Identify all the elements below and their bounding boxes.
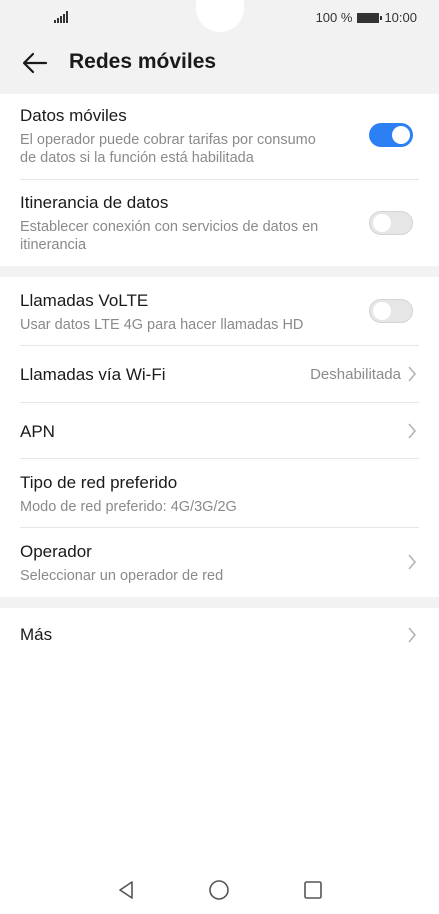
volte-toggle[interactable]	[369, 299, 413, 323]
clock: 10:00	[384, 10, 417, 25]
chevron-right-icon	[408, 366, 417, 382]
setting-description-line2: itinerancia	[20, 237, 87, 253]
setting-description: Seleccionar un operador de red	[20, 568, 224, 584]
setting-operador[interactable]: Operador Seleccionar un operador de red	[0, 528, 439, 597]
chevron-right-icon	[408, 423, 417, 439]
setting-apn[interactable]: APN	[0, 403, 439, 458]
setting-label: Operador	[20, 542, 92, 561]
setting-label: Tipo de red preferido	[20, 473, 178, 492]
page-title: Redes móviles	[69, 50, 217, 73]
chevron-right-icon	[408, 627, 417, 643]
setting-label: Llamadas vía Wi-Fi	[20, 365, 166, 384]
datos-moviles-toggle[interactable]	[369, 123, 413, 147]
back-arrow-icon[interactable]	[20, 48, 50, 78]
setting-itinerancia[interactable]: Itinerancia de datos Establecer conexión…	[0, 180, 439, 266]
setting-description-line2: de datos si la función está habilitada	[20, 150, 254, 166]
setting-label: Itinerancia de datos	[20, 193, 169, 212]
setting-description-line1: El operador puede cobrar tarifas por con…	[20, 132, 316, 148]
setting-description: Usar datos LTE 4G para hacer llamadas HD	[20, 317, 304, 333]
setting-label: Más	[20, 625, 53, 644]
setting-wifi-calling[interactable]: Llamadas vía Wi-Fi Deshabilitada	[0, 346, 439, 402]
chevron-right-icon	[408, 554, 417, 570]
setting-value: Deshabilitada	[310, 366, 401, 383]
nav-back-icon[interactable]	[115, 879, 137, 901]
setting-description: Modo de red preferido: 4G/3G/2G	[20, 499, 237, 515]
setting-label: Datos móviles	[20, 106, 127, 125]
nav-home-icon[interactable]	[208, 879, 230, 901]
itinerancia-toggle[interactable]	[369, 211, 413, 235]
setting-label: Llamadas VoLTE	[20, 291, 149, 310]
setting-datos-moviles[interactable]: Datos móviles El operador puede cobrar t…	[0, 94, 439, 180]
nav-recents-icon[interactable]	[302, 879, 324, 901]
setting-mas[interactable]: Más	[0, 608, 439, 664]
battery-percent: 100 %	[315, 10, 353, 25]
setting-description-line1: Establecer conexión con servicios de dat…	[20, 219, 319, 235]
section-gap	[0, 597, 439, 608]
signal-icon	[54, 11, 70, 23]
setting-tipo-red[interactable]: Tipo de red preferido Modo de red prefer…	[0, 459, 439, 527]
setting-label: APN	[20, 422, 55, 441]
battery-icon	[357, 12, 383, 23]
status-right: 100 % 10:00	[316, 10, 417, 25]
system-nav-bar	[0, 862, 439, 914]
status-bar: 100 % 10:00	[0, 0, 439, 34]
section-gap	[0, 266, 439, 277]
setting-volte[interactable]: Llamadas VoLTE Usar datos LTE 4G para ha…	[0, 277, 439, 345]
